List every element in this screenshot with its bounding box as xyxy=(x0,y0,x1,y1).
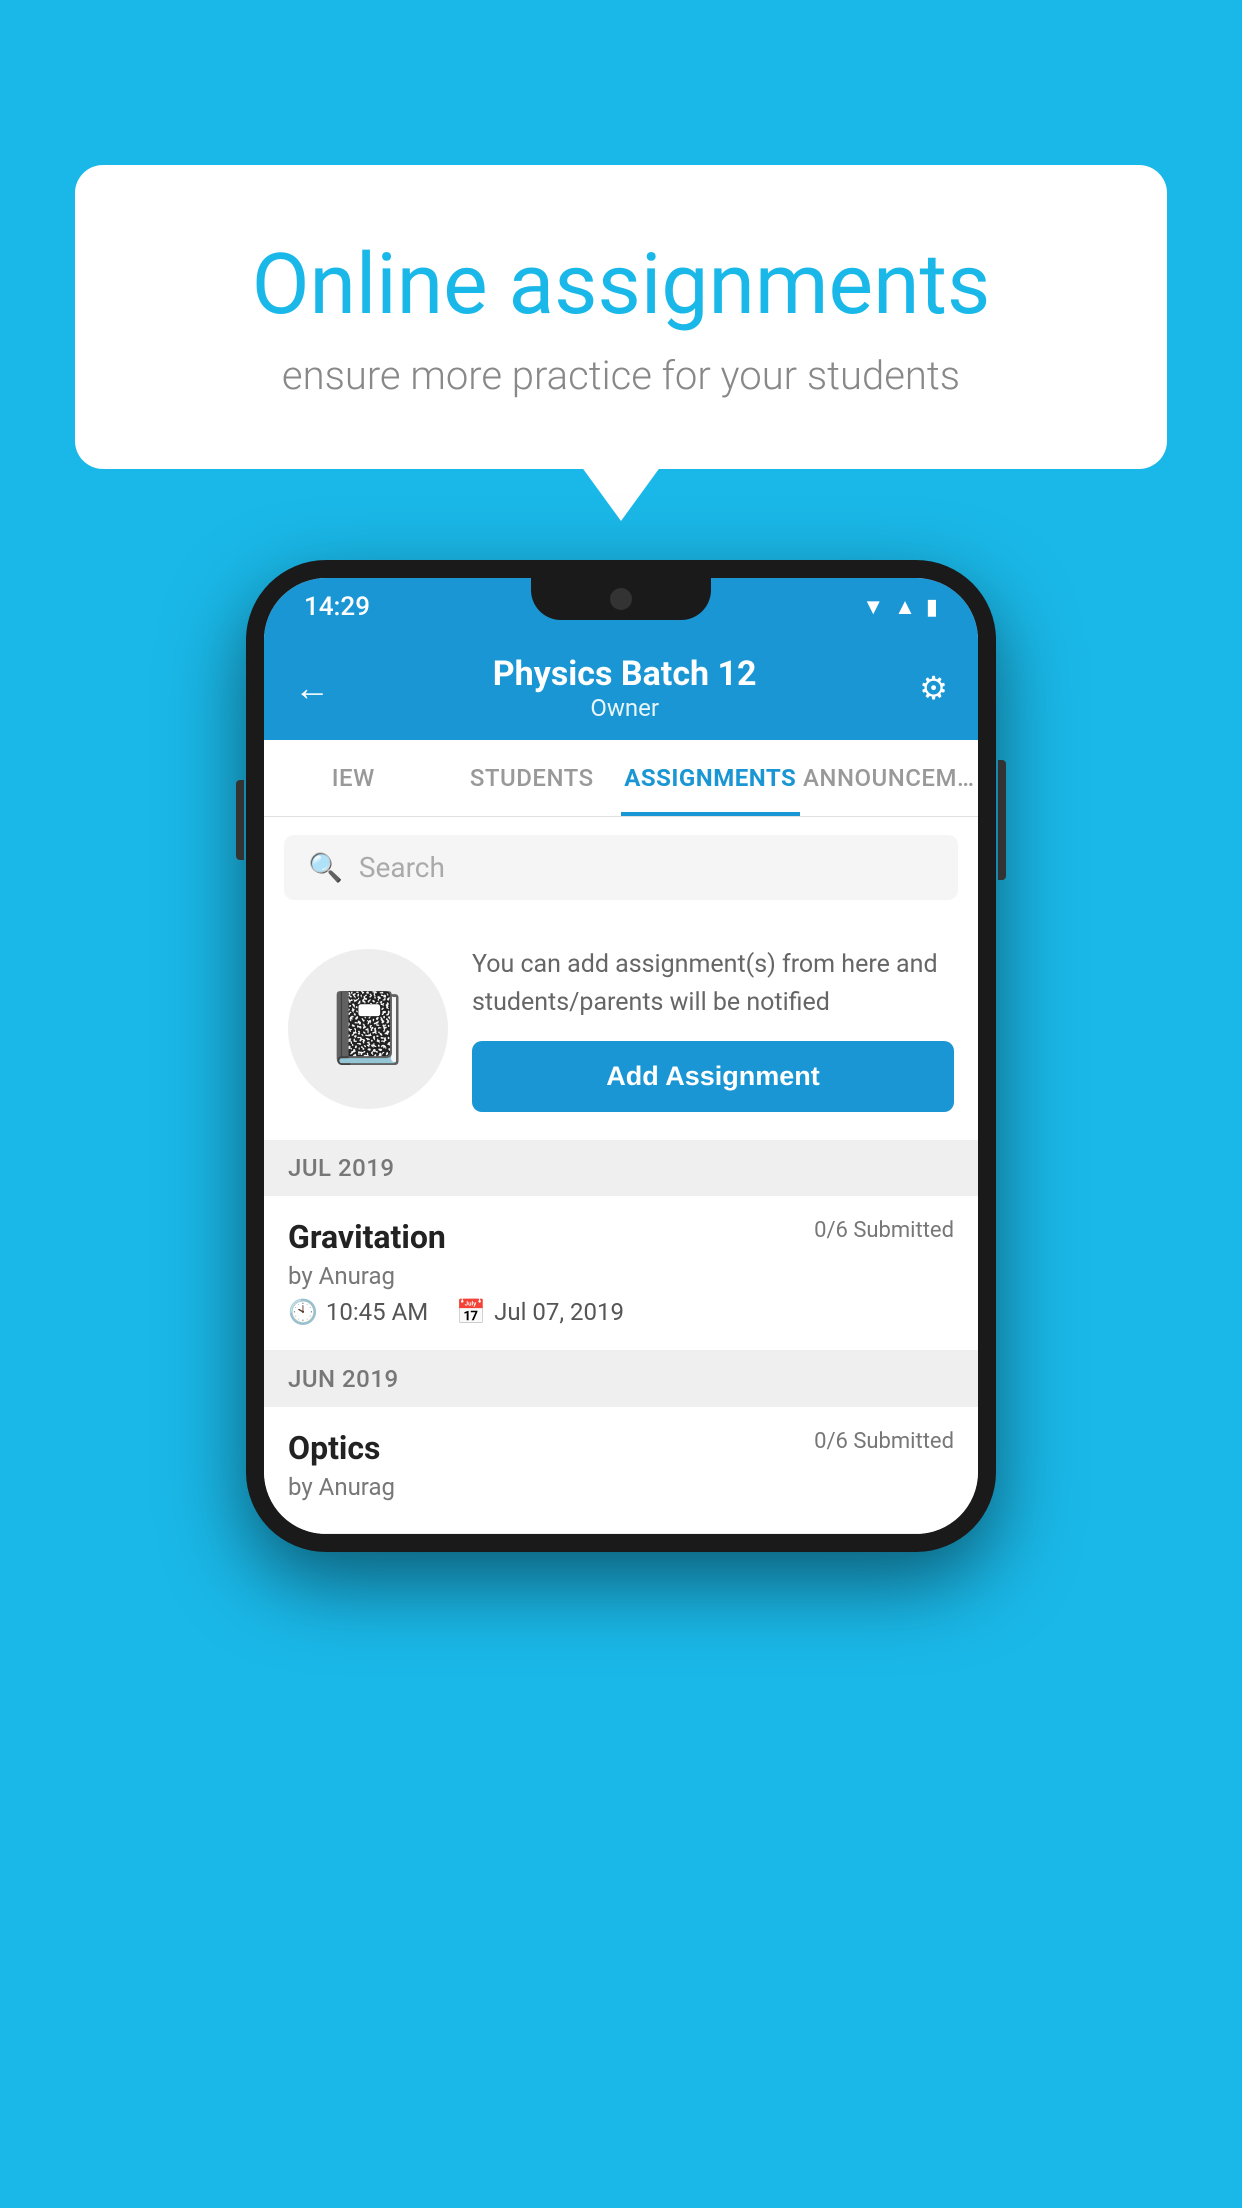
signal-icon: ▲ xyxy=(894,594,916,620)
app-bar: ← Physics Batch 12 Owner ⚙ xyxy=(264,632,978,740)
phone-side-button-right xyxy=(998,760,1006,880)
assignment-item-optics[interactable]: Optics 0/6 Submitted by Anurag xyxy=(264,1407,978,1534)
assignment-time: 🕙 10:45 AM xyxy=(288,1298,428,1326)
app-bar-title: Physics Batch 12 xyxy=(493,654,757,694)
search-container: 🔍 Search xyxy=(264,817,978,918)
promo-speech-bubble: Online assignments ensure more practice … xyxy=(75,165,1167,469)
assignment-header-optics: Optics 0/6 Submitted xyxy=(288,1429,954,1467)
assignment-submitted: 0/6 Submitted xyxy=(814,1218,954,1243)
app-bar-title-group: Physics Batch 12 Owner xyxy=(493,654,757,722)
search-bar[interactable]: 🔍 Search xyxy=(284,835,958,900)
status-icons: ▼ ▲ ▮ xyxy=(862,594,938,620)
battery-icon: ▮ xyxy=(926,595,938,620)
assignment-title-optics: Optics xyxy=(288,1429,380,1467)
promo-text-area: You can add assignment(s) from here and … xyxy=(472,946,954,1112)
assignment-meta: 🕙 10:45 AM 📅 Jul 07, 2019 xyxy=(288,1298,954,1326)
assignment-date: 📅 Jul 07, 2019 xyxy=(456,1298,624,1326)
assignment-header: Gravitation 0/6 Submitted xyxy=(288,1218,954,1256)
add-assignment-button[interactable]: Add Assignment xyxy=(472,1041,954,1112)
tab-students[interactable]: STUDENTS xyxy=(443,740,622,816)
clock-icon: 🕙 xyxy=(288,1298,318,1326)
assignment-submitted-optics: 0/6 Submitted xyxy=(814,1429,954,1454)
app-bar-subtitle: Owner xyxy=(493,694,757,722)
tabs-bar: IEW STUDENTS ASSIGNMENTS ANNOUNCEM… xyxy=(264,740,978,817)
search-icon: 🔍 xyxy=(308,851,343,884)
promo-icon-circle: 📓 xyxy=(288,949,448,1109)
phone-side-button-left xyxy=(236,780,244,860)
promo-heading: Online assignments xyxy=(155,235,1087,334)
calendar-icon: 📅 xyxy=(456,1298,486,1326)
tab-iew[interactable]: IEW xyxy=(264,740,443,816)
time-value: 10:45 AM xyxy=(326,1298,428,1326)
phone-mockup: 14:29 ▼ ▲ ▮ ← Physics Batch 12 Owner ⚙ I… xyxy=(246,560,996,1552)
search-input[interactable]: Search xyxy=(359,851,445,884)
assignment-by-optics: by Anurag xyxy=(288,1473,954,1501)
status-time: 14:29 xyxy=(304,592,370,622)
date-value: Jul 07, 2019 xyxy=(494,1298,624,1326)
back-button[interactable]: ← xyxy=(294,667,330,709)
notebook-icon: 📓 xyxy=(324,988,411,1070)
month-separator-jul: JUL 2019 xyxy=(264,1140,978,1196)
phone-notch xyxy=(531,578,711,620)
assignment-title: Gravitation xyxy=(288,1218,446,1256)
wifi-icon: ▼ xyxy=(862,594,884,620)
settings-icon[interactable]: ⚙ xyxy=(919,669,948,707)
phone-camera xyxy=(610,588,632,610)
promo-subheading: ensure more practice for your students xyxy=(155,352,1087,399)
tab-assignments[interactable]: ASSIGNMENTS xyxy=(621,740,800,816)
phone-screen: 14:29 ▼ ▲ ▮ ← Physics Batch 12 Owner ⚙ I… xyxy=(264,578,978,1534)
assignment-item-gravitation[interactable]: Gravitation 0/6 Submitted by Anurag 🕙 10… xyxy=(264,1196,978,1351)
month-separator-jun: JUN 2019 xyxy=(264,1351,978,1407)
promo-section: 📓 You can add assignment(s) from here an… xyxy=(264,918,978,1140)
promo-description: You can add assignment(s) from here and … xyxy=(472,946,954,1021)
tab-announcements[interactable]: ANNOUNCEM… xyxy=(800,740,979,816)
assignment-by: by Anurag xyxy=(288,1262,954,1290)
